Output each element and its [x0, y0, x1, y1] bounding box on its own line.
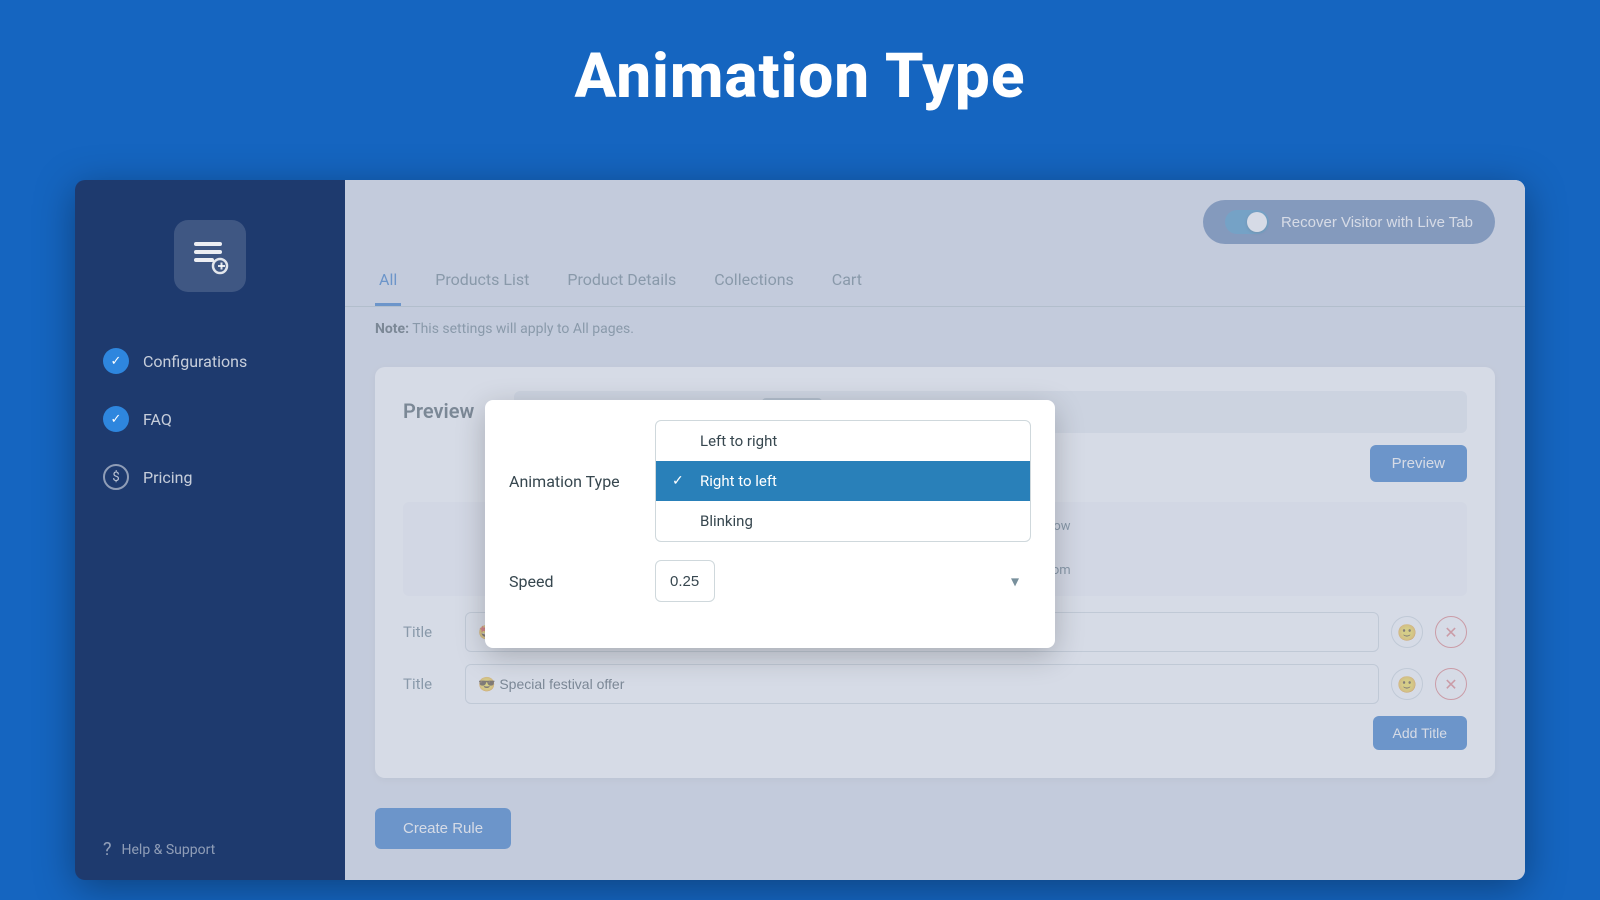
animation-dropdown-modal: Animation Type Left to right ✓ Right to … [485, 400, 1055, 648]
sidebar-label-pricing: Pricing [143, 468, 193, 487]
help-support-label: Help & Support [122, 842, 216, 858]
sidebar-item-faq[interactable]: ✓ FAQ [75, 390, 345, 448]
option-label-blink: Blinking [700, 512, 753, 530]
animation-option-blinking[interactable]: Blinking [656, 501, 1030, 541]
speed-select-wrapper: 0.25 0.5 1 2 [655, 560, 1031, 602]
speed-select[interactable]: 0.25 0.5 1 2 [655, 560, 715, 602]
main-content: Recover Visitor with Live Tab All Produc… [345, 180, 1525, 880]
option-label-ltr: Left to right [700, 432, 777, 450]
sidebar-nav: ✓ Configurations ✓ FAQ $ Pricing [75, 322, 345, 819]
animation-option-right-to-left[interactable]: ✓ Right to left [656, 461, 1030, 501]
sidebar-label-faq: FAQ [143, 410, 172, 429]
speed-row: Speed 0.25 0.5 1 2 [509, 560, 1031, 602]
sidebar-item-pricing[interactable]: $ Pricing [75, 448, 345, 506]
app-logo-icon [174, 220, 246, 292]
sidebar-logo [75, 180, 345, 322]
dollar-icon-pricing: $ [103, 464, 129, 490]
sidebar-footer[interactable]: ? Help & Support [75, 819, 345, 880]
animation-type-label: Animation Type [509, 472, 639, 491]
sidebar-label-configurations: Configurations [143, 352, 247, 371]
animation-dropdown-container: Left to right ✓ Right to left Blinking [655, 420, 1031, 542]
animation-type-row: Animation Type Left to right ✓ Right to … [509, 420, 1031, 542]
sidebar: ✓ Configurations ✓ FAQ $ Pricing ? Help … [75, 180, 345, 880]
speed-label: Speed [509, 572, 639, 591]
option-label-rtl: Right to left [700, 472, 777, 490]
check-icon-configurations: ✓ [103, 348, 129, 374]
animation-option-left-to-right[interactable]: Left to right [656, 421, 1030, 461]
page-title: Animation Type [575, 40, 1026, 113]
app-container: ✓ Configurations ✓ FAQ $ Pricing ? Help … [75, 180, 1525, 880]
check-mark-rtl: ✓ [672, 473, 690, 489]
question-icon: ? [103, 839, 112, 860]
sidebar-item-configurations[interactable]: ✓ Configurations [75, 332, 345, 390]
animation-dropdown-list: Left to right ✓ Right to left Blinking [655, 420, 1031, 542]
check-icon-faq: ✓ [103, 406, 129, 432]
top-banner: Animation Type [0, 0, 1600, 143]
